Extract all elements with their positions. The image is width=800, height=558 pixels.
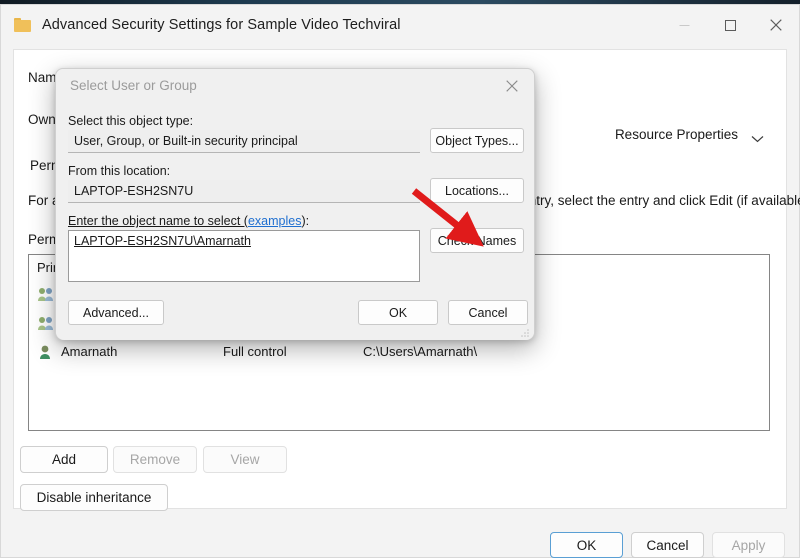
resize-grip-icon[interactable]: [519, 326, 530, 337]
select-user-or-group-dialog: Select User or Group Select this object …: [55, 68, 535, 340]
ok-button[interactable]: OK: [550, 532, 623, 558]
dialog-title: Select User or Group: [70, 78, 197, 93]
object-type-field[interactable]: User, Group, or Built-in security princi…: [68, 130, 420, 153]
object-name-label-before: Enter the object name to select (: [68, 214, 248, 228]
dialog-body: Select this object type: User, Group, or…: [56, 102, 534, 340]
object-name-value: LAPTOP-ESH2SN7U\Amarnath: [74, 234, 251, 248]
object-name-label: Enter the object name to select (example…: [68, 214, 309, 228]
maximize-icon[interactable]: [707, 5, 753, 45]
dialog-titlebar[interactable]: Select User or Group: [56, 69, 534, 102]
resource-properties-toggle[interactable]: Resource Properties: [615, 127, 764, 142]
window-titlebar[interactable]: Advanced Security Settings for Sample Vi…: [1, 5, 799, 45]
group-icon: [37, 286, 55, 302]
object-types-button[interactable]: Object Types...: [430, 128, 524, 153]
close-icon[interactable]: [753, 5, 799, 45]
folder-icon: [14, 18, 31, 32]
close-icon[interactable]: [490, 69, 534, 102]
examples-link[interactable]: examples: [248, 214, 302, 228]
window-title: Advanced Security Settings for Sample Vi…: [42, 17, 401, 33]
minimize-icon[interactable]: [661, 5, 707, 45]
cell-principal: Amarnath: [61, 344, 117, 359]
group-icon: [37, 315, 55, 331]
advanced-button[interactable]: Advanced...: [68, 300, 164, 325]
resource-properties-label: Resource Properties: [615, 127, 738, 142]
dialog-cancel-button[interactable]: Cancel: [448, 300, 528, 325]
object-name-input[interactable]: LAPTOP-ESH2SN7U\Amarnath: [68, 230, 420, 282]
location-label: From this location:: [68, 164, 170, 178]
disable-inheritance-button[interactable]: Disable inheritance: [20, 484, 168, 511]
table-row[interactable]: Amarnath Full control C:\Users\Amarnath\: [29, 337, 769, 366]
dialog-ok-button[interactable]: OK: [358, 300, 438, 325]
add-button[interactable]: Add: [20, 446, 108, 473]
user-icon: [37, 344, 55, 360]
chevron-down-icon: [751, 131, 764, 139]
locations-button[interactable]: Locations...: [430, 178, 524, 203]
object-type-label: Select this object type:: [68, 114, 193, 128]
apply-button: Apply: [712, 532, 785, 558]
object-name-label-after: ):: [301, 214, 309, 228]
remove-button: Remove: [113, 446, 197, 473]
window-controls: [661, 5, 799, 45]
cancel-button[interactable]: Cancel: [631, 532, 704, 558]
check-names-button[interactable]: Check Names: [430, 228, 524, 253]
cell-access: Full control: [223, 344, 363, 359]
location-field[interactable]: LAPTOP-ESH2SN7U: [68, 180, 420, 203]
view-button: View: [203, 446, 287, 473]
cell-inherited-from: C:\Users\Amarnath\: [363, 344, 553, 359]
